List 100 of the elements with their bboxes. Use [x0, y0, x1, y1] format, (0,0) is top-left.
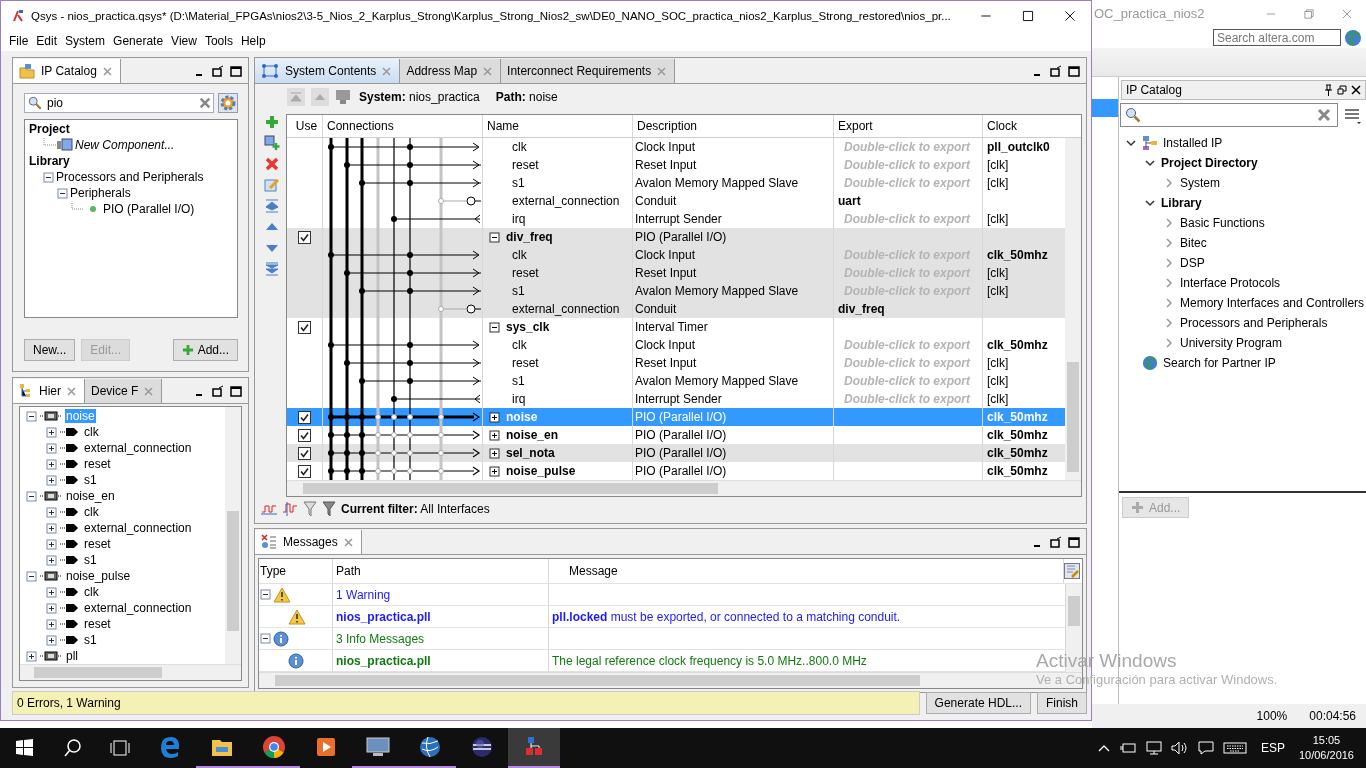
add-icon[interactable] — [264, 114, 280, 130]
close-icon[interactable] — [1351, 85, 1361, 95]
collapse-toggle-icon[interactable] — [260, 633, 271, 644]
panel-tab[interactable]: Device F — [85, 379, 163, 403]
network-icon[interactable] — [1144, 741, 1163, 755]
pin-icon[interactable] — [1324, 84, 1333, 96]
maximize-icon[interactable] — [230, 385, 242, 397]
table-row[interactable]: external_connection Conduit div_freq — [287, 300, 1065, 318]
tree-item[interactable]: Processors and Peripherals — [1180, 316, 1328, 330]
tree-item[interactable]: reset — [83, 457, 112, 471]
checkbox[interactable] — [298, 320, 311, 334]
table-row[interactable]: sel_nota PIO (Parallel I/O) clk_50mhz — [287, 444, 1065, 462]
tree-item[interactable]: Interface Protocols — [1180, 276, 1281, 290]
power-icon[interactable] — [1118, 741, 1137, 755]
tree-item[interactable]: s1 — [83, 633, 98, 647]
column-header[interactable]: Connections — [323, 115, 483, 137]
checkbox[interactable] — [298, 464, 311, 478]
chevron-icon[interactable] — [1125, 137, 1137, 149]
message-icon[interactable] — [1196, 741, 1215, 755]
clear-messages-icon[interactable] — [1064, 563, 1080, 579]
globe-icon[interactable] — [1344, 28, 1362, 47]
column-header[interactable]: Description — [633, 115, 834, 137]
collapse-toggle-icon[interactable] — [46, 618, 57, 630]
panel-tab[interactable]: Hier — [13, 379, 85, 403]
tree-item[interactable]: Installed IP — [1163, 136, 1223, 150]
catalog-button[interactable]: Add... — [172, 339, 238, 361]
collapse-toggle-icon[interactable] — [26, 650, 37, 662]
panel-tab[interactable]: Messages — [255, 530, 362, 554]
collapse-toggle-icon[interactable] — [43, 171, 54, 183]
dialog-button[interactable]: Generate HDL... — [925, 692, 1031, 714]
tree-item[interactable]: System — [1180, 176, 1220, 190]
column-header[interactable]: Clock — [983, 115, 1060, 137]
signal-icon[interactable] — [282, 502, 298, 516]
collapse-toggle-icon[interactable] — [489, 465, 500, 477]
keyboard-icon[interactable] — [1222, 741, 1247, 755]
tree-item[interactable]: Project — [29, 122, 70, 136]
tree-item[interactable]: Basic Functions — [1180, 216, 1265, 230]
collapse-toggle-icon[interactable] — [46, 426, 57, 438]
table-row[interactable]: clk Clock Input Double-click to export clk_50mhz — [287, 336, 1065, 354]
tree-item[interactable]: University Program — [1180, 336, 1283, 350]
chevron-icon[interactable] — [1144, 197, 1156, 209]
checkbox[interactable] — [298, 230, 311, 244]
tree-item[interactable]: PIO (Parallel I/O) — [103, 202, 195, 216]
collapse-toggle-icon[interactable] — [46, 538, 57, 550]
clock-time[interactable]: 15:05 — [1312, 733, 1341, 748]
menu-item[interactable]: Generate — [109, 34, 168, 48]
collapse-toggle-icon[interactable] — [46, 458, 57, 470]
tree-item[interactable]: external_connection — [83, 441, 193, 455]
table-row[interactable]: div_freq PIO (Parallel I/O) — [287, 228, 1065, 246]
collapse-toggle-icon[interactable] — [489, 411, 500, 423]
collapse-toggle-icon[interactable] — [46, 506, 57, 518]
maximize-icon[interactable] — [230, 65, 242, 77]
float-icon[interactable] — [212, 65, 224, 77]
collapse-toggle-icon[interactable] — [46, 474, 57, 486]
clear-icon[interactable] — [1317, 108, 1331, 122]
chevron-icon[interactable] — [1144, 157, 1156, 169]
tree-item[interactable]: reset — [83, 537, 112, 551]
tree-item[interactable]: noise_pulse — [65, 569, 132, 583]
column-header[interactable]: Export — [834, 115, 983, 137]
panel-tab[interactable]: System Contents — [255, 59, 401, 83]
tree-item[interactable]: Project Directory — [1161, 156, 1258, 170]
checkbox[interactable] — [298, 446, 311, 460]
table-row[interactable]: external_connection Conduit uart — [287, 192, 1065, 210]
dialog-button[interactable]: Finish — [1037, 692, 1087, 714]
delete-icon[interactable] — [264, 156, 280, 172]
catalog-button[interactable]: New... — [24, 339, 76, 361]
move-bottom-icon[interactable] — [264, 261, 280, 277]
float-icon[interactable] — [1050, 65, 1062, 77]
panel-tab[interactable]: IP Catalog — [13, 59, 121, 83]
collapse-toggle-icon[interactable] — [26, 490, 37, 502]
column-header[interactable]: Type — [259, 559, 333, 583]
table-row[interactable]: reset Reset Input Double-click to export [clk] — [287, 156, 1065, 174]
menu-item[interactable]: System — [61, 34, 110, 48]
collapse-toggle-icon[interactable] — [46, 586, 57, 598]
scrollbar[interactable] — [225, 407, 241, 664]
collapse-toggle-icon[interactable] — [489, 429, 500, 441]
collapse-toggle-icon[interactable] — [57, 187, 68, 199]
collapse-toggle-icon[interactable] — [26, 410, 37, 422]
collapse-toggle-icon[interactable] — [46, 602, 57, 614]
tree-item[interactable]: clk — [83, 505, 100, 519]
scrollbar[interactable] — [287, 480, 1081, 496]
move-top-icon[interactable] — [264, 198, 280, 214]
collapse-toggle-icon[interactable] — [26, 570, 37, 582]
float-icon[interactable] — [1050, 536, 1062, 548]
tree-item[interactable]: DSP — [1180, 256, 1205, 270]
column-header[interactable]: Path — [333, 559, 549, 583]
gear-icon[interactable] — [218, 93, 238, 113]
menu-item[interactable]: Edit — [32, 34, 62, 48]
tree-item[interactable]: s1 — [83, 473, 98, 487]
tree-item[interactable]: external_connection — [83, 521, 193, 535]
tree-item[interactable]: reset — [83, 617, 112, 631]
table-row[interactable]: clk Clock Input Double-click to export pll_outclk0 — [287, 138, 1065, 156]
collapse-toggle-icon[interactable] — [46, 522, 57, 534]
language-indicator[interactable]: ESP — [1254, 741, 1291, 755]
clear-icon[interactable] — [199, 97, 211, 109]
tree-item[interactable]: pll — [65, 649, 79, 663]
tree-item[interactable]: clk — [83, 425, 100, 439]
panel-tab[interactable]: Interconnect Requirements — [501, 59, 676, 83]
filter-icon[interactable] — [303, 501, 317, 517]
tree-item[interactable]: Search for Partner IP — [1163, 356, 1276, 370]
